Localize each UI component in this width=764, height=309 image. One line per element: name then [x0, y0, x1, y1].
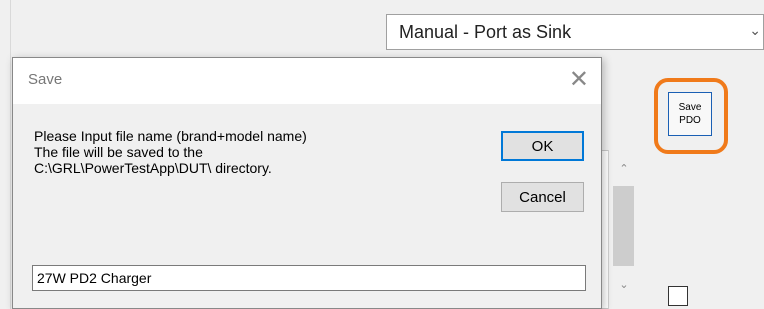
dialog-title: Save [28, 71, 63, 88]
list-scrollbar[interactable]: ⌃ ⌄ [608, 150, 638, 309]
scroll-thumb[interactable] [613, 186, 634, 266]
save-pdo-label-line1: Save [678, 102, 702, 113]
save-pdo-label-line2: PDO [679, 115, 701, 126]
save-dialog: Save ✕ Please Input file name (brand+mod… [12, 57, 602, 309]
close-icon[interactable]: ✕ [569, 64, 589, 94]
app-left-panel [0, 0, 11, 309]
message-line-2: The file will be saved to the [34, 144, 203, 160]
mode-select-value: Manual - Port as Sink [399, 21, 572, 42]
cancel-button[interactable]: Cancel [501, 182, 584, 212]
ok-button[interactable]: OK [501, 131, 584, 161]
save-pdo-button[interactable]: Save PDO [668, 92, 712, 136]
dialog-titlebar: Save ✕ [13, 58, 601, 104]
save-pdo-highlight: Save PDO [654, 78, 728, 154]
filename-input[interactable]: 27W PD2 Charger [32, 265, 586, 291]
message-line-3: C:\GRL\PowerTestApp\DUT\ directory. [34, 160, 272, 176]
mode-select[interactable]: Manual - Port as Sink ⌄ [386, 14, 764, 50]
dialog-message: Please Input file name (brand+model name… [34, 128, 307, 176]
checkbox[interactable] [668, 286, 688, 306]
chevron-down-icon: ⌄ [749, 22, 761, 38]
chevron-down-icon[interactable]: ⌄ [615, 278, 633, 296]
message-line-1: Please Input file name (brand+model name… [34, 128, 307, 144]
chevron-up-icon[interactable]: ⌃ [615, 162, 633, 180]
